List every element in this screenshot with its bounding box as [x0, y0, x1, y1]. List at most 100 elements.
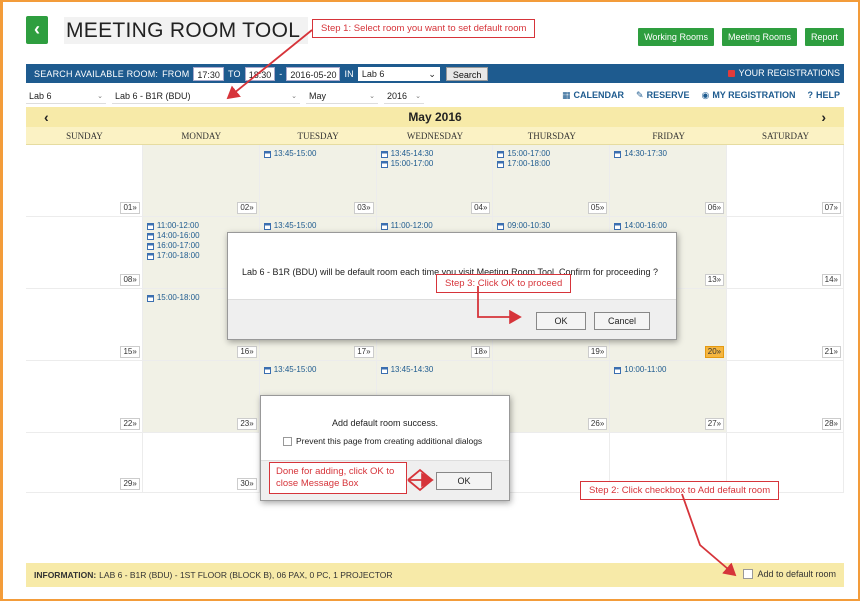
day-number[interactable]: 02»: [237, 202, 257, 214]
day-number[interactable]: 01»: [120, 202, 140, 214]
day-number[interactable]: 30»: [237, 478, 257, 490]
search-button[interactable]: Search: [445, 66, 489, 81]
report-button[interactable]: Report: [804, 28, 844, 46]
calendar-day[interactable]: 02»: [142, 145, 260, 216]
calendar-event[interactable]: 14:30-17:30: [610, 149, 726, 159]
day-number[interactable]: 17»: [354, 346, 374, 358]
working-rooms-button[interactable]: Working Rooms: [638, 28, 714, 46]
calendar-event[interactable]: 15:00-17:00: [493, 149, 609, 159]
calendar-event[interactable]: 09:00-10:30: [493, 221, 609, 231]
event-calendar-icon: [146, 232, 154, 240]
chevron-left-icon: ‹: [34, 19, 40, 39]
date-input[interactable]: 2016-05-20: [286, 66, 341, 81]
calendar-day[interactable]: 22»: [26, 361, 143, 432]
success-ok-button[interactable]: OK: [436, 472, 492, 490]
event-time: 15:00-17:00: [507, 149, 551, 158]
calendar-event[interactable]: 11:00-12:00: [377, 221, 493, 231]
day-number[interactable]: 05»: [587, 202, 608, 214]
day-number[interactable]: 03»: [354, 202, 374, 214]
day-number[interactable]: 20»: [704, 346, 725, 358]
your-registrations-link[interactable]: YOUR REGISTRATIONS: [727, 68, 840, 78]
help-link[interactable]: ? HELP: [807, 90, 840, 101]
site-dropdown[interactable]: Lab 6 ⌄: [26, 89, 106, 104]
event-time: 13:45-14:30: [390, 365, 434, 374]
day-number[interactable]: 08»: [120, 274, 140, 286]
day-number[interactable]: 06»: [704, 202, 725, 214]
calendar-day[interactable]: 23»: [142, 361, 260, 432]
calendar-event[interactable]: 13:45-15:00: [260, 149, 376, 159]
day-number[interactable]: 18»: [471, 346, 491, 358]
day-number[interactable]: 07»: [821, 202, 841, 214]
calendar-day[interactable]: 08»: [26, 217, 143, 288]
day-number[interactable]: 16»: [237, 346, 257, 358]
calendar-day[interactable]: 13:45-14:30 15:00-17:00 04»: [376, 145, 494, 216]
event-time: 09:00-10:30: [507, 221, 551, 230]
calendar-day[interactable]: 07»: [727, 145, 844, 216]
calendar-day[interactable]: 15:00-17:00 17:00-18:00 05»: [493, 145, 611, 216]
calendar-day[interactable]: 28»: [727, 361, 844, 432]
day-number[interactable]: 29»: [120, 478, 140, 490]
event-time: 10:00-11:00: [624, 365, 667, 374]
weekday-tuesday: TUESDAY: [297, 131, 339, 141]
calendar-day[interactable]: 13:45-15:00 03»: [259, 145, 377, 216]
calendar-event[interactable]: 13:45-15:00: [260, 221, 376, 231]
month-navigation: ‹ May 2016 ›: [26, 107, 844, 127]
default-room-checkbox[interactable]: [743, 569, 754, 579]
my-registration-link[interactable]: ◉ MY REGISTRATION: [701, 90, 795, 101]
prevent-dialogs-checkbox[interactable]: [283, 436, 292, 446]
room-dropdown[interactable]: Lab 6 - B1R (BDU) ⌄: [112, 89, 300, 104]
calendar-icon: ▦: [562, 90, 571, 100]
from-time-input[interactable]: 17:30: [193, 66, 224, 81]
calendar-event[interactable]: 13:45-14:30: [377, 365, 493, 375]
confirm-ok-button[interactable]: OK: [536, 312, 586, 330]
day-number[interactable]: 26»: [587, 418, 608, 430]
day-number[interactable]: 28»: [821, 418, 841, 430]
day-number[interactable]: 15»: [120, 346, 140, 358]
calendar-day[interactable]: 26»: [493, 361, 611, 432]
calendar-link[interactable]: ▦ CALENDAR: [562, 90, 624, 101]
room-select[interactable]: Lab 6 ⌄: [357, 66, 440, 81]
calendar-link-label: CALENDAR: [573, 90, 625, 100]
calendar-event[interactable]: 13:45-15:00: [260, 365, 376, 375]
calendar-day[interactable]: 21»: [727, 289, 844, 360]
calendar-day[interactable]: 30»: [143, 433, 260, 492]
weekday-saturday: SATURDAY: [761, 131, 810, 141]
event-calendar-icon: [380, 366, 388, 374]
calendar-day[interactable]: 14»: [727, 217, 844, 288]
day-number[interactable]: 21»: [821, 346, 841, 358]
default-room-toggle[interactable]: Add to default room: [743, 569, 836, 579]
prev-month-button[interactable]: ‹: [44, 107, 49, 127]
calendar-day[interactable]: 10:00-11:00 27»: [610, 361, 728, 432]
day-number[interactable]: 19»: [587, 346, 608, 358]
to-time-input[interactable]: 18:30: [244, 66, 276, 81]
day-number[interactable]: 23»: [237, 418, 257, 430]
day-number[interactable]: 22»: [120, 418, 140, 430]
in-label: IN: [344, 68, 354, 79]
year-dropdown[interactable]: 2016 ⌄: [384, 89, 424, 104]
calendar-event[interactable]: 17:00-18:00: [493, 159, 609, 169]
step2-annotation: Step 2: Click checkbox to Add default ro…: [580, 481, 780, 500]
calendar-day[interactable]: 15»: [26, 289, 143, 360]
calendar-event[interactable]: 15:00-17:00: [377, 159, 493, 169]
reserve-link[interactable]: ✎ RESERVE: [636, 90, 689, 101]
weekday-sunday: SUNDAY: [66, 131, 103, 141]
day-number[interactable]: 14»: [821, 274, 841, 286]
calendar-day[interactable]: 01»: [26, 145, 143, 216]
calendar-day[interactable]: 29»: [26, 433, 143, 492]
next-month-button[interactable]: ›: [821, 107, 826, 127]
calendar-event[interactable]: 13:45-14:30: [377, 149, 493, 159]
event-calendar-icon: [146, 294, 154, 302]
day-number[interactable]: 04»: [471, 202, 491, 214]
meeting-rooms-button[interactable]: Meeting Rooms: [721, 28, 797, 46]
help-icon: ?: [807, 90, 813, 100]
day-number[interactable]: 13»: [704, 274, 725, 286]
prevent-dialogs-option[interactable]: Prevent this page from creating addition…: [283, 436, 482, 446]
calendar-event[interactable]: 10:00-11:00: [610, 365, 726, 375]
calendar-event[interactable]: 14:00-16:00: [610, 221, 726, 231]
calendar-day[interactable]: 14:30-17:30 06»: [610, 145, 728, 216]
day-number[interactable]: 27»: [704, 418, 725, 430]
back-button[interactable]: ‹: [26, 16, 48, 44]
month-dropdown[interactable]: May ⌄: [306, 89, 378, 104]
calendar-event[interactable]: 11:00-12:00: [143, 221, 259, 231]
confirm-cancel-button[interactable]: Cancel: [594, 312, 650, 330]
